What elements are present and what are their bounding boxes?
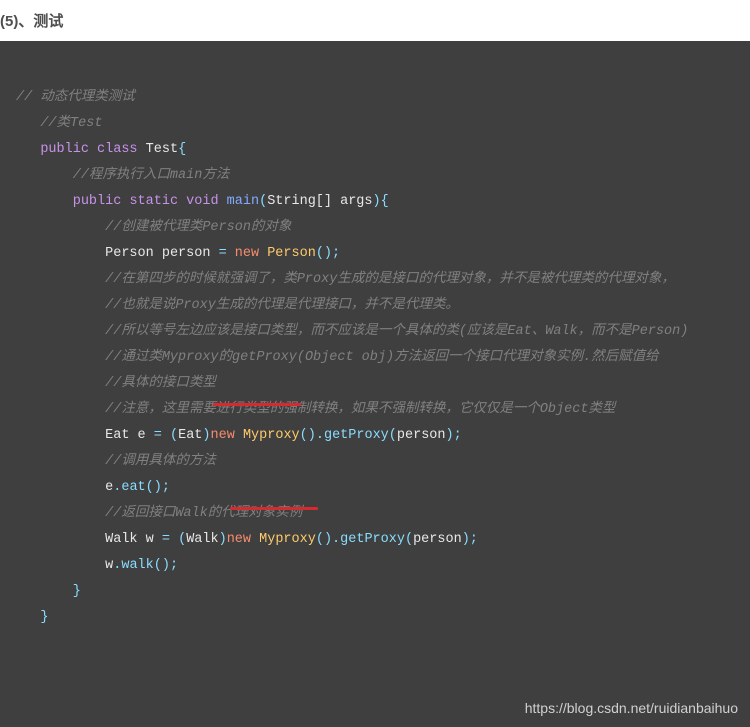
variable: w (146, 532, 154, 547)
comment-line: //在第四步的时候就强调了，类Proxy生成的是接口的代理对象，并不是被代理类的… (105, 272, 675, 287)
operator: = (219, 246, 227, 261)
underline-annotation (230, 507, 318, 510)
paren: ( (405, 532, 413, 547)
variable: e (138, 428, 146, 443)
comment-line: //具体的接口类型 (105, 376, 216, 391)
ctor-name: Myproxy (243, 428, 300, 443)
comment-line: //创建被代理类Person的对象 (105, 220, 291, 235)
keyword: static (129, 194, 178, 209)
method-call: eat (121, 480, 145, 495)
keyword: public (73, 194, 122, 209)
section-heading: (5)、测试 (0, 0, 750, 41)
watermark-text: https://blog.csdn.net/ruidianbaihuo (525, 695, 738, 721)
brace: { (178, 142, 186, 157)
parens: () (154, 558, 170, 573)
keyword: class (97, 142, 138, 157)
paren: ) (219, 532, 227, 547)
comment-line: //也就是说Proxy生成的代理是代理接口，并不是代理类。 (105, 298, 459, 313)
parens: () (146, 480, 162, 495)
parens: () (300, 428, 316, 443)
comment-line: //通过类Myproxy的getProxy(Object obj)方法返回一个接… (105, 350, 659, 365)
semicolon: ; (454, 428, 462, 443)
parens: () (316, 532, 332, 547)
paren: ( (259, 194, 267, 209)
method-call: getProxy (340, 532, 405, 547)
ctor-name: Myproxy (259, 532, 316, 547)
dot: . (332, 532, 340, 547)
brace: } (73, 584, 81, 599)
semicolon: ; (332, 246, 340, 261)
paren: ( (170, 428, 178, 443)
type-name: Person (105, 246, 154, 261)
semicolon: ; (170, 558, 178, 573)
paren: ) (202, 428, 210, 443)
operator: = (154, 428, 162, 443)
type-name: Walk (105, 532, 137, 547)
argument: person (397, 428, 446, 443)
method-call: getProxy (324, 428, 389, 443)
operator: = (162, 532, 170, 547)
comment-line: //程序执行入口main方法 (73, 168, 230, 183)
brace: } (40, 610, 48, 625)
argument: person (413, 532, 462, 547)
cast-type: Walk (186, 532, 218, 547)
ctor-name: Person (267, 246, 316, 261)
code-block: // 动态代理类测试 //类Test public class Test{ //… (0, 41, 750, 727)
underline-annotation (213, 403, 301, 406)
keyword-new: new (227, 532, 251, 547)
brace: { (381, 194, 389, 209)
cast-type: Eat (178, 428, 202, 443)
dot: . (316, 428, 324, 443)
variable: person (162, 246, 211, 261)
paren: ) (373, 194, 381, 209)
comment-line: //注意，这里需要进行类型的强制转换，如果不强制转换，它仅仅是一个Object类… (105, 402, 615, 417)
semicolon: ; (162, 480, 170, 495)
comment-line: //所以等号左边应该是接口类型，而不应该是一个具体的类(应该是Eat、Walk，… (105, 324, 688, 339)
paren: ( (178, 532, 186, 547)
paren: ) (446, 428, 454, 443)
semicolon: ; (470, 532, 478, 547)
keyword: public (40, 142, 89, 157)
comment-line: //类Test (40, 116, 102, 131)
param: String[] args (267, 194, 372, 209)
method-name: main (227, 194, 259, 209)
keyword-new: new (235, 246, 259, 261)
class-name: Test (146, 142, 178, 157)
parens: () (316, 246, 332, 261)
comment-line: // 动态代理类测试 (16, 90, 135, 105)
keyword: void (186, 194, 218, 209)
paren: ( (389, 428, 397, 443)
method-call: walk (121, 558, 153, 573)
keyword-new: new (211, 428, 235, 443)
comment-line: //调用具体的方法 (105, 454, 216, 469)
paren: ) (462, 532, 470, 547)
type-name: Eat (105, 428, 129, 443)
